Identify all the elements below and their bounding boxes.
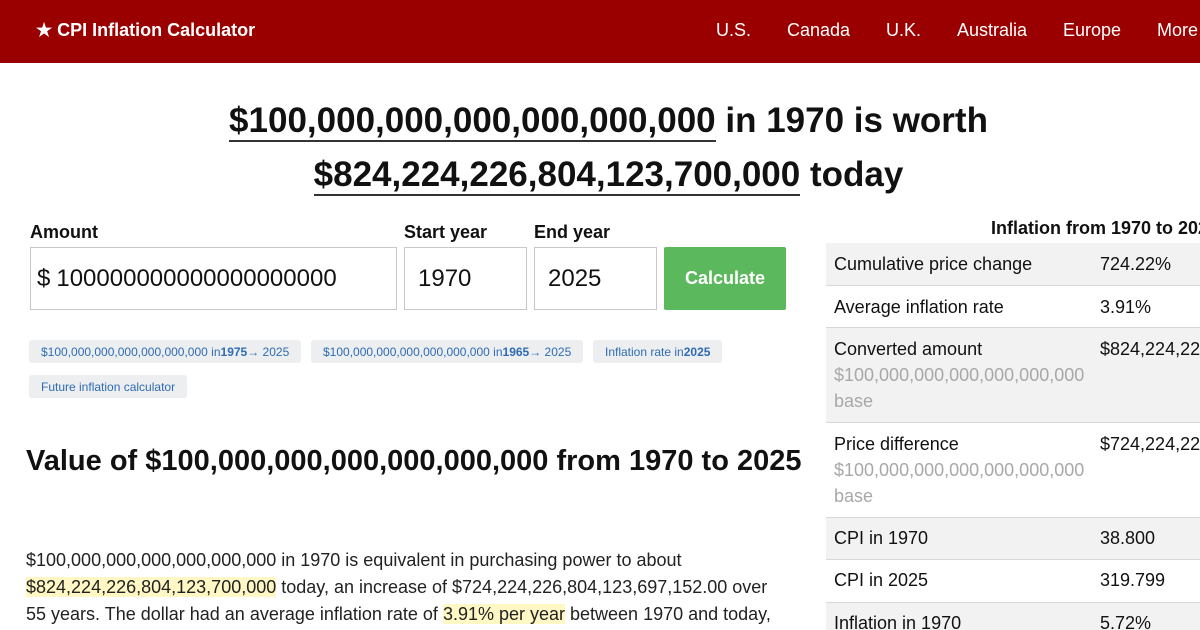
row-sublabel: $100,000,000,000,000,000,000 base [834,460,1085,506]
row-value: 724.22% [1100,254,1172,274]
row-value: $724,224,226,804,123,697,152.00 [1100,434,1200,454]
chip-text: $100,000,000,000,000,000,000 in [41,344,221,359]
table-row: CPI in 2025 319.799 [826,560,1200,603]
page-headline: $100,000,000,000,000,000,000 in 1970 is … [0,94,1200,202]
chip-1965-link[interactable]: $100,000,000,000,000,000,000 in 1965 → 2… [311,340,584,363]
chip-year: 2025 [683,344,711,359]
row-value: 5.72% [1100,613,1152,630]
row-label: Inflation in 1970 [834,613,962,630]
table-row: Cumulative price change 724.22% [826,243,1200,286]
calculate-button[interactable]: Calculate [664,247,786,310]
end-year-label: End year [534,222,611,242]
nav-uk[interactable]: U.K. [886,20,921,41]
end-year-value: 2025 [548,264,602,292]
top-nav-bar: ★ CPI Inflation Calculator U.S. Canada U… [0,0,1200,63]
table-row: Inflation in 1970 5.72% [826,603,1200,630]
chip-1975-link[interactable]: $100,000,000,000,000,000,000 in 1975 → 2… [29,340,302,363]
row-label: Converted amount $100,000,000,000,000,00… [834,336,1096,414]
row-label: CPI in 1970 [834,528,929,548]
chip-text: Inflation rate in [605,344,684,359]
row-label-text: Price difference [834,434,959,454]
nav-europe[interactable]: Europe [1063,20,1121,41]
row-label: CPI in 2025 [834,570,929,590]
table-row: Price difference $100,000,000,000,000,00… [826,423,1200,518]
headline-result: $824,224,226,804,123,700,000 [313,155,801,196]
table-row: CPI in 1970 38.800 [826,518,1200,560]
section-paragraph: $100,000,000,000,000,000,000 in 1970 is … [26,547,786,628]
section-title: Value of $100,000,000,000,000,000,000 fr… [26,445,802,477]
chip-suffix: → 2025 [529,344,572,359]
row-value: 3.91% [1100,297,1152,317]
chip-text: $100,000,000,000,000,000,000 in [323,344,503,359]
chip-suffix: → 2025 [247,344,290,359]
start-year-input[interactable]: 1970 [404,247,527,310]
start-year-label: Start year [404,222,488,242]
end-year-input[interactable]: 2025 [534,247,657,310]
highlight-rate: 3.91% per year [442,604,566,624]
headline-mid: in 1970 is worth [715,101,988,140]
chip-year: 1965 [502,344,530,359]
chip-text: Future inflation calculator [41,379,176,394]
amount-input[interactable]: $ 100000000000000000000 [30,247,397,310]
chip-future-calculator-link[interactable]: Future inflation calculator [29,375,188,398]
chip-year: 1975 [220,344,248,359]
table-row: Converted amount $100,000,000,000,000,00… [826,328,1200,423]
row-label: Price difference $100,000,000,000,000,00… [834,431,1096,509]
row-label: Cumulative price change [834,254,1033,274]
row-value: 38.800 [1100,528,1156,548]
headline-end: today [800,155,904,194]
row-label: Average inflation rate [834,297,1004,317]
paragraph-text: $100,000,000,000,000,000,000 in 1970 is … [26,550,682,570]
row-value: $824,224,226,804,123,700,000 [1100,339,1200,359]
nav-canada[interactable]: Canada [787,20,850,41]
headline-amount: $100,000,000,000,000,000,000 [229,101,716,142]
row-value: 319.799 [1100,570,1166,590]
amount-label: Amount [30,222,98,242]
highlight-converted: $824,224,226,804,123,700,000 [26,577,277,597]
paragraph-text: between 1970 and today, [565,604,771,624]
table-row: Average inflation rate 3.91% [826,286,1200,328]
amount-value: 100000000000000000000 [56,264,337,292]
site-brand-link[interactable]: ★ CPI Inflation Calculator [36,20,255,41]
nav-more[interactable]: More [1157,20,1198,41]
chip-inflation-rate-link[interactable]: Inflation rate in 2025 [593,340,723,363]
nav-us[interactable]: U.S. [716,20,751,41]
currency-symbol: $ [37,264,51,292]
start-year-value: 1970 [418,264,472,292]
row-label-text: Converted amount [834,339,983,359]
summary-table-title: Inflation from 1970 to 2025 [991,218,1200,238]
row-sublabel: $100,000,000,000,000,000,000 base [834,365,1085,411]
nav-australia[interactable]: Australia [957,20,1027,41]
